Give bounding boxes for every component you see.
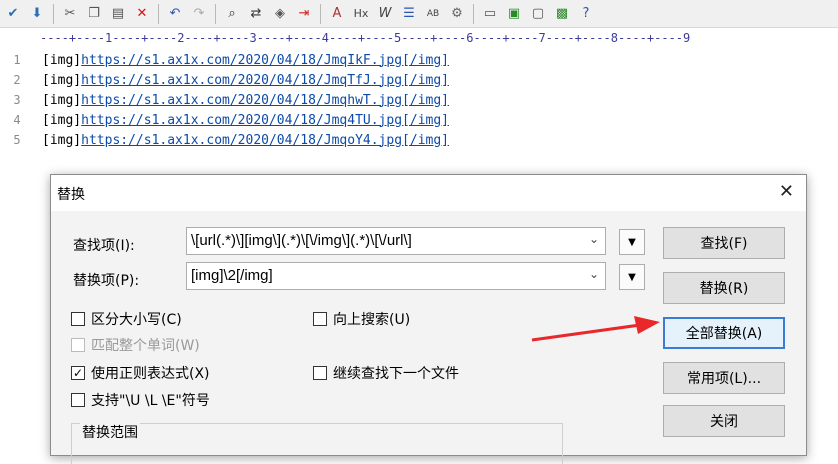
whole-word-checkbox: 匹配整个单词(W) [71, 335, 200, 355]
checkbox-box[interactable] [313, 312, 327, 326]
chevron-down-icon[interactable]: ⌄ [589, 232, 599, 246]
save-icon[interactable]: ⬇ [26, 3, 48, 25]
url-link[interactable]: https://s1.ax1x.com/2020/04/18/JmqhwT.jp… [81, 93, 402, 108]
toolbar-separator [473, 3, 474, 24]
url-link[interactable]: https://s1.ax1x.com/2020/04/18/Jmq4TU.jp… [81, 113, 402, 128]
find-button[interactable]: 查找(F) [663, 227, 785, 259]
line-number: 3 [13, 93, 21, 107]
toolbar-separator [320, 3, 321, 24]
checkbox-label: 向上搜索(U) [333, 312, 411, 328]
triangle-down-icon: ▼ [628, 271, 636, 283]
checkbox-label: 匹配整个单词(W) [91, 338, 200, 354]
find-input[interactable]: \[url(.*)\][img\](.*)\[\/img\](.*)\[\/ur… [186, 227, 606, 255]
url-link[interactable]: https://s1.ax1x.com/2020/04/18/JmqoY4.jp… [81, 133, 402, 148]
dialog-titlebar: 替换 ✕ [51, 175, 806, 211]
url-link[interactable]: https://s1.ax1x.com/2020/04/18/JmqTfJ.jp… [81, 73, 402, 88]
compare-icon[interactable]: ▣ [503, 3, 525, 25]
editor-line[interactable]: 2 [img]https://s1.ax1x.com/2020/04/18/Jm… [0, 70, 838, 90]
sort-icon[interactable]: ☰ [398, 3, 420, 25]
editor-line[interactable]: 1 [img]https://s1.ax1x.com/2020/04/18/Jm… [0, 50, 838, 70]
wordwrap-icon[interactable]: W [374, 3, 396, 25]
replace-icon[interactable]: ⇄ [245, 3, 267, 25]
spellcheck-icon[interactable]: ✔ [2, 3, 24, 25]
editor-line[interactable]: 4 [img]https://s1.ax1x.com/2020/04/18/Jm… [0, 110, 838, 130]
font-icon[interactable]: A [326, 3, 348, 25]
view-icon[interactable]: ▭ [479, 3, 501, 25]
img-close-tag: [/img] [402, 132, 450, 148]
column-icon[interactable]: AB [422, 3, 444, 25]
replace-label: 替换项(P): [73, 273, 140, 289]
hex-icon[interactable]: Hx [350, 3, 372, 25]
checkbox-box[interactable] [71, 393, 85, 407]
editor-line[interactable]: 3 [img]https://s1.ax1x.com/2020/04/18/Jm… [0, 90, 838, 110]
img-close-tag: [/img] [402, 52, 450, 68]
settings-icon[interactable]: ⚙ [446, 3, 468, 25]
delete-icon[interactable]: ✕ [131, 3, 153, 25]
triangle-down-icon: ▼ [628, 236, 636, 248]
img-close-tag: [/img] [402, 92, 450, 108]
url-link[interactable]: https://s1.ax1x.com/2020/04/18/JmqIkF.jp… [81, 53, 402, 68]
checkbox-label: 区分大小写(C) [91, 312, 182, 328]
export-icon[interactable]: ▩ [551, 3, 573, 25]
checkbox-box[interactable] [313, 366, 327, 380]
next-file-checkbox[interactable]: 继续查找下一个文件 [313, 363, 459, 383]
help-icon[interactable]: ? [575, 3, 597, 25]
replace-input[interactable]: [img]\2[/img] ⌄ [186, 262, 606, 290]
common-items-button[interactable]: 常用项(L)... [663, 362, 785, 394]
find-input-value: \[url(.*)\][img\](.*)\[\/img\](.*)\[\/ur… [191, 232, 412, 249]
browser-icon[interactable]: ▢ [527, 3, 549, 25]
format-icon[interactable]: ◈ [269, 3, 291, 25]
replace-button[interactable]: 替换(R) [663, 272, 785, 304]
check-icon[interactable]: ✓ [71, 366, 85, 380]
img-open-tag: [img] [42, 52, 82, 68]
checkbox-label: 继续查找下一个文件 [333, 366, 459, 382]
indent-icon[interactable]: ⇥ [293, 3, 315, 25]
line-number: 2 [13, 73, 21, 87]
checkbox-label: 使用正则表达式(X) [91, 366, 210, 382]
search-up-checkbox[interactable]: 向上搜索(U) [313, 309, 410, 329]
checkbox-box[interactable] [71, 312, 85, 326]
dialog-title: 替换 [57, 187, 85, 203]
match-case-checkbox[interactable]: 区分大小写(C) [71, 309, 182, 329]
editor[interactable]: 1 [img]https://s1.ax1x.com/2020/04/18/Jm… [0, 50, 838, 150]
checkbox-label: 支持"\U \L \E"符号 [91, 393, 210, 409]
regex-checkbox[interactable]: ✓ 使用正则表达式(X) [71, 363, 210, 383]
img-close-tag: [/img] [402, 112, 450, 128]
column-ruler: ----+----1----+----2----+----3----+----4… [40, 31, 691, 45]
group-label: 替换范围 [80, 422, 140, 442]
line-number: 1 [13, 53, 21, 67]
toolbar: ✔ ⬇ ✂ ❐ ▤ ✕ ↶ ↷ ⌕ ⇄ ◈ ⇥ A Hx W ☰ AB ⚙ ▭ … [0, 0, 838, 28]
find-icon[interactable]: ⌕ [221, 3, 243, 25]
redo-icon[interactable]: ↷ [188, 3, 210, 25]
find-label: 查找项(I): [73, 238, 135, 254]
img-open-tag: [img] [42, 92, 82, 108]
close-button[interactable]: 关闭 [663, 405, 785, 437]
replace-dialog: 替换 ✕ 查找项(I): \[url(.*)\][img\](.*)\[\/im… [50, 174, 807, 464]
img-close-tag: [/img] [402, 72, 450, 88]
undo-icon[interactable]: ↶ [164, 3, 186, 25]
cut-icon[interactable]: ✂ [59, 3, 81, 25]
toolbar-separator [53, 3, 54, 24]
replace-input-value: [img]\2[/img] [191, 267, 273, 284]
img-open-tag: [img] [42, 132, 82, 148]
img-open-tag: [img] [42, 112, 82, 128]
line-number: 4 [13, 113, 21, 127]
close-icon[interactable]: ✕ [779, 181, 794, 202]
line-number: 5 [13, 133, 21, 147]
editor-line[interactable]: 5 [img]https://s1.ax1x.com/2020/04/18/Jm… [0, 130, 838, 150]
toolbar-separator [158, 3, 159, 24]
checkbox-box [71, 338, 85, 352]
escape-symbols-checkbox[interactable]: 支持"\U \L \E"符号 [71, 390, 210, 410]
chevron-down-icon[interactable]: ⌄ [589, 267, 599, 281]
toolbar-separator [215, 3, 216, 24]
copy-icon[interactable]: ❐ [83, 3, 105, 25]
paste-icon[interactable]: ▤ [107, 3, 129, 25]
img-open-tag: [img] [42, 72, 82, 88]
replace-regex-menu-button[interactable]: ▼ [619, 264, 645, 290]
find-regex-menu-button[interactable]: ▼ [619, 229, 645, 255]
replace-all-button[interactable]: 全部替换(A) [663, 317, 785, 349]
